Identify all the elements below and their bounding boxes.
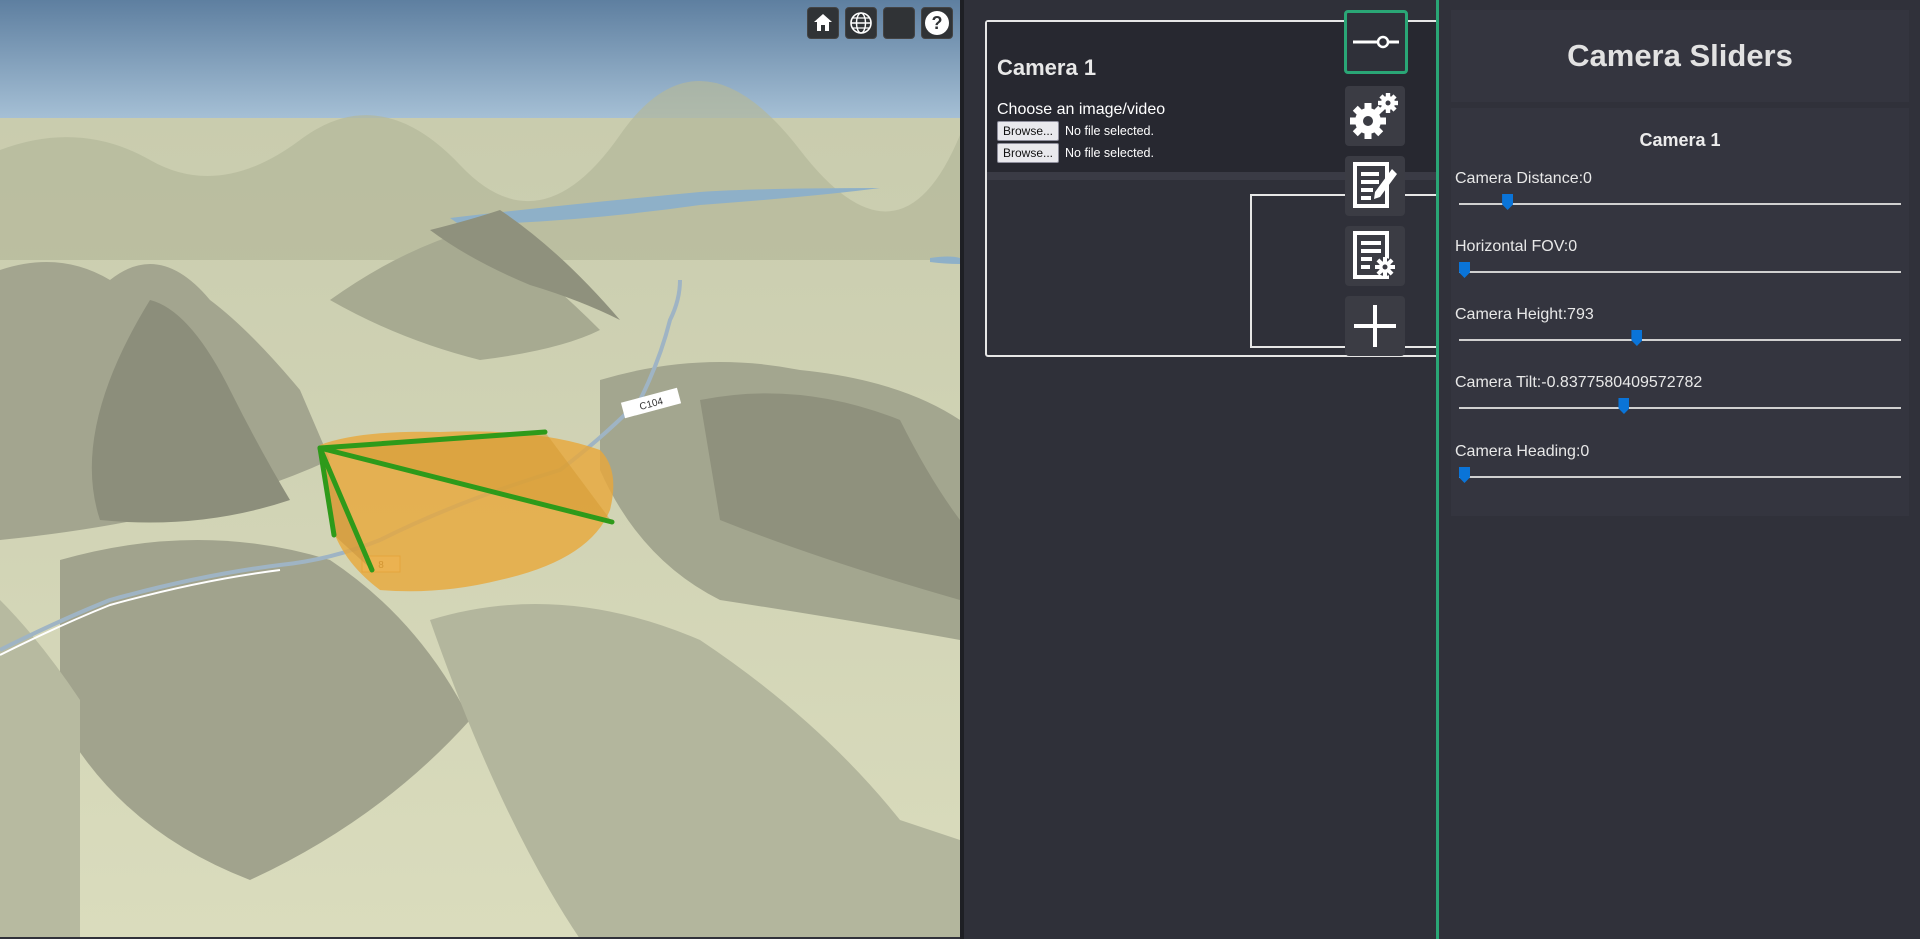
settings-button[interactable] bbox=[1345, 86, 1405, 146]
camera-tilt-slider-thumb[interactable] bbox=[1618, 398, 1630, 414]
globe-icon bbox=[850, 12, 872, 34]
file-status-1: No file selected. bbox=[1065, 124, 1154, 138]
file-input-image: Browse... No file selected. bbox=[997, 121, 1154, 141]
horizontal-fov-label: Horizontal FOV:0 bbox=[1455, 238, 1578, 255]
home-button[interactable] bbox=[807, 7, 839, 39]
camera-height-slider[interactable] bbox=[1459, 339, 1901, 341]
terrain-scene[interactable]: C104 8 bbox=[0, 0, 960, 939]
file-input-video: Browse... No file selected. bbox=[997, 143, 1154, 163]
document-settings-button[interactable] bbox=[1345, 226, 1405, 286]
sliders-button[interactable] bbox=[1344, 10, 1408, 74]
gears-icon bbox=[1350, 93, 1398, 139]
edit-document-icon bbox=[1353, 162, 1397, 208]
map-viewer[interactable]: C104 8 bbox=[0, 0, 960, 939]
camera-sliders-panel: Camera Sliders Camera 1 Camera Distance:… bbox=[1439, 0, 1920, 939]
help-icon: ? bbox=[925, 11, 949, 35]
camera-title: Camera 1 bbox=[997, 55, 1097, 80]
choose-media-label: Choose an image/video bbox=[997, 101, 1166, 118]
plus-icon bbox=[1354, 305, 1396, 347]
sliders-body: Camera 1 Camera Distance:0 Horizontal FOV… bbox=[1451, 108, 1909, 516]
globe-button[interactable] bbox=[845, 7, 877, 39]
camera-tilt-label: Camera Tilt:-0.8377580409572782 bbox=[1455, 374, 1703, 391]
home-icon bbox=[814, 14, 832, 31]
camera-distance-slider-thumb[interactable] bbox=[1502, 194, 1514, 210]
sliders-header: Camera Sliders bbox=[1451, 10, 1909, 102]
layers-button-blank[interactable] bbox=[883, 7, 915, 39]
camera-height-label: Camera Height:793 bbox=[1455, 306, 1594, 323]
camera-tilt-slider[interactable] bbox=[1459, 407, 1901, 409]
help-button[interactable]: ? bbox=[921, 7, 953, 39]
browse-button-1[interactable]: Browse... bbox=[997, 121, 1060, 141]
camera-distance-slider[interactable] bbox=[1459, 203, 1901, 205]
viewer-toolbar: ? bbox=[807, 7, 953, 39]
document-gear-icon bbox=[1353, 231, 1395, 279]
edit-notes-button[interactable] bbox=[1345, 156, 1405, 216]
svg-text:?: ? bbox=[932, 13, 943, 33]
camera-distance-label: Camera Distance:0 bbox=[1455, 170, 1592, 187]
camera-heading-slider[interactable] bbox=[1459, 476, 1901, 478]
horizontal-fov-slider-thumb[interactable] bbox=[1459, 262, 1470, 278]
sliders-title: Camera Sliders bbox=[1567, 38, 1793, 73]
camera-heading-slider-thumb[interactable] bbox=[1459, 467, 1470, 483]
add-button[interactable] bbox=[1345, 296, 1405, 356]
file-status-2: No file selected. bbox=[1065, 146, 1154, 160]
camera-height-slider-thumb[interactable] bbox=[1631, 330, 1643, 346]
sliders-icon bbox=[1353, 35, 1399, 49]
camera-heading-label: Camera Heading:0 bbox=[1455, 443, 1590, 460]
sliders-camera-label: Camera 1 bbox=[1639, 130, 1721, 150]
horizontal-fov-slider[interactable] bbox=[1459, 271, 1901, 273]
browse-button-2[interactable]: Browse... bbox=[997, 143, 1060, 163]
